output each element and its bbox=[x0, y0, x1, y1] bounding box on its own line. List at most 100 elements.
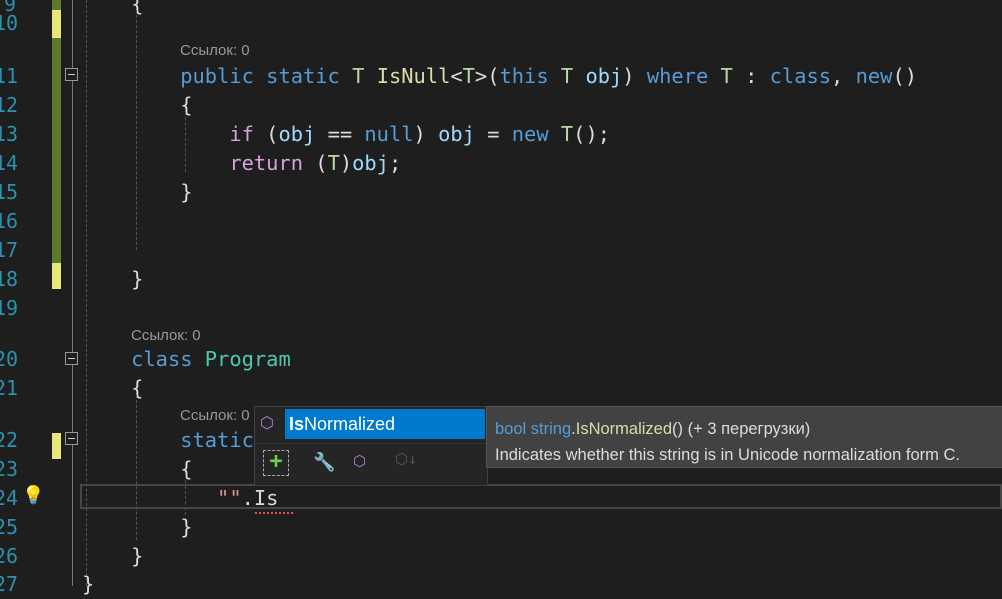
codelens-references[interactable]: Ссылок: 0 bbox=[131, 327, 201, 344]
line-number: 23 bbox=[0, 457, 19, 481]
code-token: T bbox=[462, 64, 475, 88]
completion-item-selected[interactable]: IsNormalized bbox=[285, 409, 485, 439]
collapse-toggle[interactable] bbox=[65, 68, 78, 81]
collapse-toggle[interactable] bbox=[65, 432, 78, 445]
change-margin-unsaved bbox=[52, 263, 61, 289]
method-cube-icon: ⬡ bbox=[260, 413, 274, 432]
code-token: , bbox=[831, 64, 856, 88]
lightbulb-icon[interactable]: 💡 bbox=[22, 485, 44, 507]
code-line: } bbox=[82, 570, 94, 599]
matched-prefix: Is bbox=[289, 414, 305, 434]
tooltip-signature: bool string.IsNormalized() (+ 3 перегруз… bbox=[495, 416, 997, 442]
change-margin-saved bbox=[52, 0, 61, 10]
code-line: { bbox=[82, 374, 143, 403]
code-line: } bbox=[82, 513, 193, 542]
line-number: 20 bbox=[0, 347, 19, 371]
method-filter-icon[interactable]: ⬡ bbox=[353, 452, 366, 470]
line-number: 25 bbox=[0, 515, 19, 539]
code-token: obj bbox=[585, 64, 623, 88]
code-line: } bbox=[82, 265, 143, 294]
code-token: ( bbox=[303, 151, 328, 175]
overloads: () (+ 3 перегрузки) bbox=[672, 420, 811, 438]
change-margin-unsaved bbox=[52, 10, 61, 38]
code-token: T bbox=[560, 122, 574, 146]
code-token: { bbox=[82, 376, 144, 400]
code-token: where bbox=[646, 64, 709, 88]
code-token: public bbox=[180, 64, 254, 88]
code-token: this bbox=[499, 64, 549, 88]
code-token: T bbox=[352, 64, 365, 88]
code-line: class Program bbox=[82, 345, 291, 374]
code-token: IsNull bbox=[376, 64, 451, 88]
quickinfo-tooltip: bool string.IsNormalized() (+ 3 перегруз… bbox=[486, 406, 1002, 468]
wrench-filter-icon[interactable]: 🔧 bbox=[313, 452, 335, 473]
code-token: new bbox=[855, 64, 893, 88]
completion-filter-bar: + 🔧 ⬡ ⬡↓ bbox=[255, 443, 487, 486]
line-number: 13 bbox=[0, 122, 19, 146]
code-token: = bbox=[474, 122, 512, 146]
collapse-toggle[interactable] bbox=[65, 352, 78, 365]
code-token: < bbox=[450, 64, 463, 88]
code-token: { bbox=[82, 457, 193, 481]
code-token: T bbox=[560, 64, 574, 88]
code-token: ) bbox=[622, 64, 647, 88]
code-token: ; bbox=[388, 151, 402, 175]
line-number: 27 bbox=[0, 572, 19, 596]
code-token: () bbox=[892, 64, 917, 88]
snippet-add-icon[interactable]: + bbox=[263, 450, 289, 476]
code-line: if (obj == null) obj = new T(); bbox=[82, 120, 610, 149]
code-token: static bbox=[266, 64, 340, 88]
codelens-references[interactable]: Ссылок: 0 bbox=[180, 407, 250, 424]
code-line: { bbox=[82, 455, 193, 484]
indent-guide bbox=[136, 10, 137, 250]
code-token: new bbox=[511, 122, 549, 146]
line-number: 12 bbox=[0, 93, 19, 117]
completion-item-rest: Normalized bbox=[304, 414, 396, 434]
line-number: 21 bbox=[0, 376, 19, 400]
line-number: 15 bbox=[0, 180, 19, 204]
code-line: { bbox=[82, 91, 192, 120]
line-number: 17 bbox=[0, 238, 19, 262]
line-number: 10 bbox=[0, 11, 19, 35]
extension-filter-icon[interactable]: ⬡↓ bbox=[395, 450, 417, 468]
code-token: } bbox=[82, 515, 193, 539]
indent-guide bbox=[185, 112, 186, 172]
code-token: return bbox=[229, 151, 303, 175]
code-token: >( bbox=[474, 64, 500, 88]
code-line: { bbox=[82, 0, 143, 19]
line-number: 14 bbox=[0, 151, 19, 175]
change-margin-unsaved bbox=[52, 433, 61, 459]
code-line: } bbox=[82, 178, 193, 207]
code-line: return (T)obj; bbox=[82, 149, 401, 178]
code-token: class bbox=[131, 347, 193, 371]
line-number: 16 bbox=[0, 209, 19, 233]
code-token: class bbox=[769, 64, 832, 88]
code-token: T bbox=[327, 151, 340, 175]
error-squiggle bbox=[255, 508, 293, 514]
line-number: 26 bbox=[0, 544, 19, 568]
completion-list[interactable]: ⬡ IsNormalized + 🔧 ⬡ ⬡↓ bbox=[254, 406, 488, 486]
code-token: } bbox=[82, 267, 144, 291]
line-number: 11 bbox=[0, 64, 19, 88]
code-token: ) bbox=[413, 122, 439, 146]
code-token: static bbox=[180, 428, 254, 452]
code-token: ) bbox=[339, 151, 353, 175]
code-token: T bbox=[720, 64, 733, 88]
codelens-references[interactable]: Ссылок: 0 bbox=[180, 42, 250, 59]
code-token: { bbox=[82, 0, 144, 16]
line-number: 24 bbox=[0, 486, 19, 510]
type-name: string bbox=[530, 420, 572, 438]
code-token: if bbox=[229, 122, 254, 146]
code-token: obj bbox=[352, 151, 389, 175]
line-number: 22 bbox=[0, 428, 19, 452]
code-token: == bbox=[315, 122, 365, 146]
line-number: 19 bbox=[0, 296, 19, 320]
method-name: IsNormalized bbox=[575, 420, 673, 438]
code-token: } bbox=[82, 180, 193, 204]
